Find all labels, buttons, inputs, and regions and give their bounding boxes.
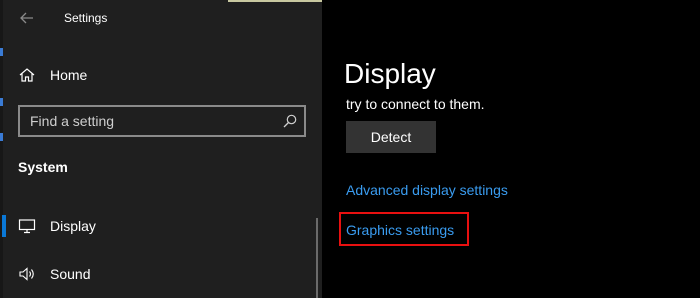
sidebar-item-label: Sound: [50, 266, 91, 282]
home-icon: [19, 68, 35, 82]
sidebar-scrollbar[interactable]: [316, 218, 318, 298]
sidebar-item-home[interactable]: Home: [0, 60, 310, 90]
sidebar: Settings Home System Display Sound: [0, 0, 322, 298]
top-accent-line: [228, 0, 322, 2]
window-title: Settings: [64, 11, 108, 25]
sidebar-item-label: Home: [50, 67, 88, 83]
edge-accent-mark: [0, 133, 3, 141]
sidebar-item-label: Display: [50, 218, 96, 234]
highlight-annotation: [339, 212, 469, 246]
search-box[interactable]: [18, 105, 306, 137]
description-text: try to connect to them.: [346, 96, 485, 112]
speaker-icon: [19, 267, 34, 281]
sidebar-item-display[interactable]: Display: [0, 211, 310, 241]
search-icon[interactable]: [282, 113, 298, 129]
edge-accent-mark: [0, 98, 3, 106]
edge-accent-mark: [0, 48, 3, 56]
back-arrow-icon: [20, 12, 33, 24]
sidebar-item-sound[interactable]: Sound: [0, 259, 310, 289]
title-bar: Settings: [0, 0, 322, 36]
detect-button[interactable]: Detect: [346, 121, 436, 153]
back-button[interactable]: [14, 6, 40, 30]
monitor-icon: [18, 219, 36, 234]
advanced-display-settings-link[interactable]: Advanced display settings: [346, 182, 508, 198]
page-title: Display: [344, 58, 436, 89]
main-content: Display try to connect to them. Detect A…: [322, 0, 700, 298]
search-input[interactable]: [30, 112, 280, 130]
window-left-edge: [0, 0, 3, 298]
section-heading: System: [18, 159, 68, 175]
selection-indicator: [2, 215, 6, 237]
